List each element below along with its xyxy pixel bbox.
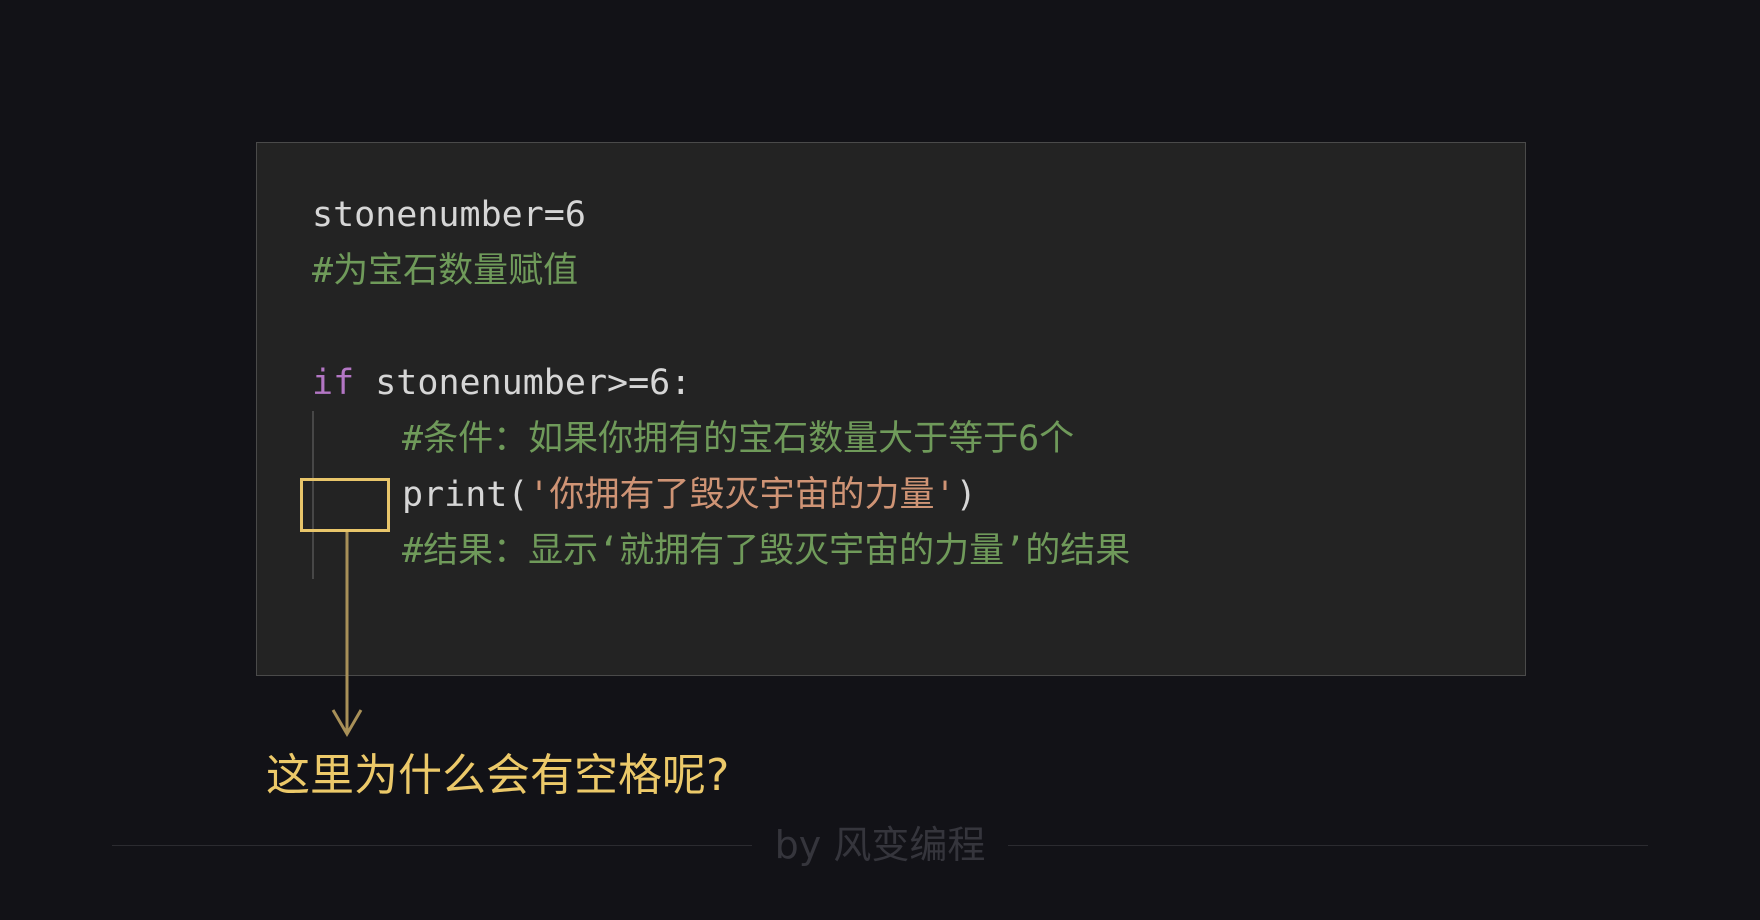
if-keyword: if: [312, 363, 355, 403]
code-line-7-comment: #结果：显示‘就拥有了毁灭宇宙的力量’的结果: [402, 531, 1131, 571]
footer-divider-right: [1008, 845, 1648, 846]
footer-divider-left: [112, 845, 752, 846]
print-string: '你拥有了毁灭宇宙的力量': [528, 475, 956, 515]
annotation-question: 这里为什么会有空格呢?: [266, 750, 730, 801]
footer-credit: by 风变编程: [774, 823, 986, 867]
code-block: stonenumber=6 #为宝石数量赋值 if stonenumber>=6…: [256, 142, 1526, 676]
print-call: print(: [402, 475, 529, 515]
code-line-5-comment: #条件：如果你拥有的宝石数量大于等于6个: [402, 419, 1075, 459]
print-close-paren: ): [955, 475, 977, 515]
page: stonenumber=6 #为宝石数量赋值 if stonenumber>=6…: [0, 0, 1760, 920]
indent-highlight-box: [300, 478, 390, 532]
code-line-4: if stonenumber>=6:: [312, 355, 691, 411]
code-line-6: print('你拥有了毁灭宇宙的力量'): [402, 467, 977, 523]
if-condition: stonenumber>=6:: [354, 363, 692, 403]
down-arrow-icon: [331, 532, 363, 737]
code-line-2-comment: #为宝石数量赋值: [312, 251, 579, 291]
code-line-1: stonenumber=6: [312, 195, 586, 235]
